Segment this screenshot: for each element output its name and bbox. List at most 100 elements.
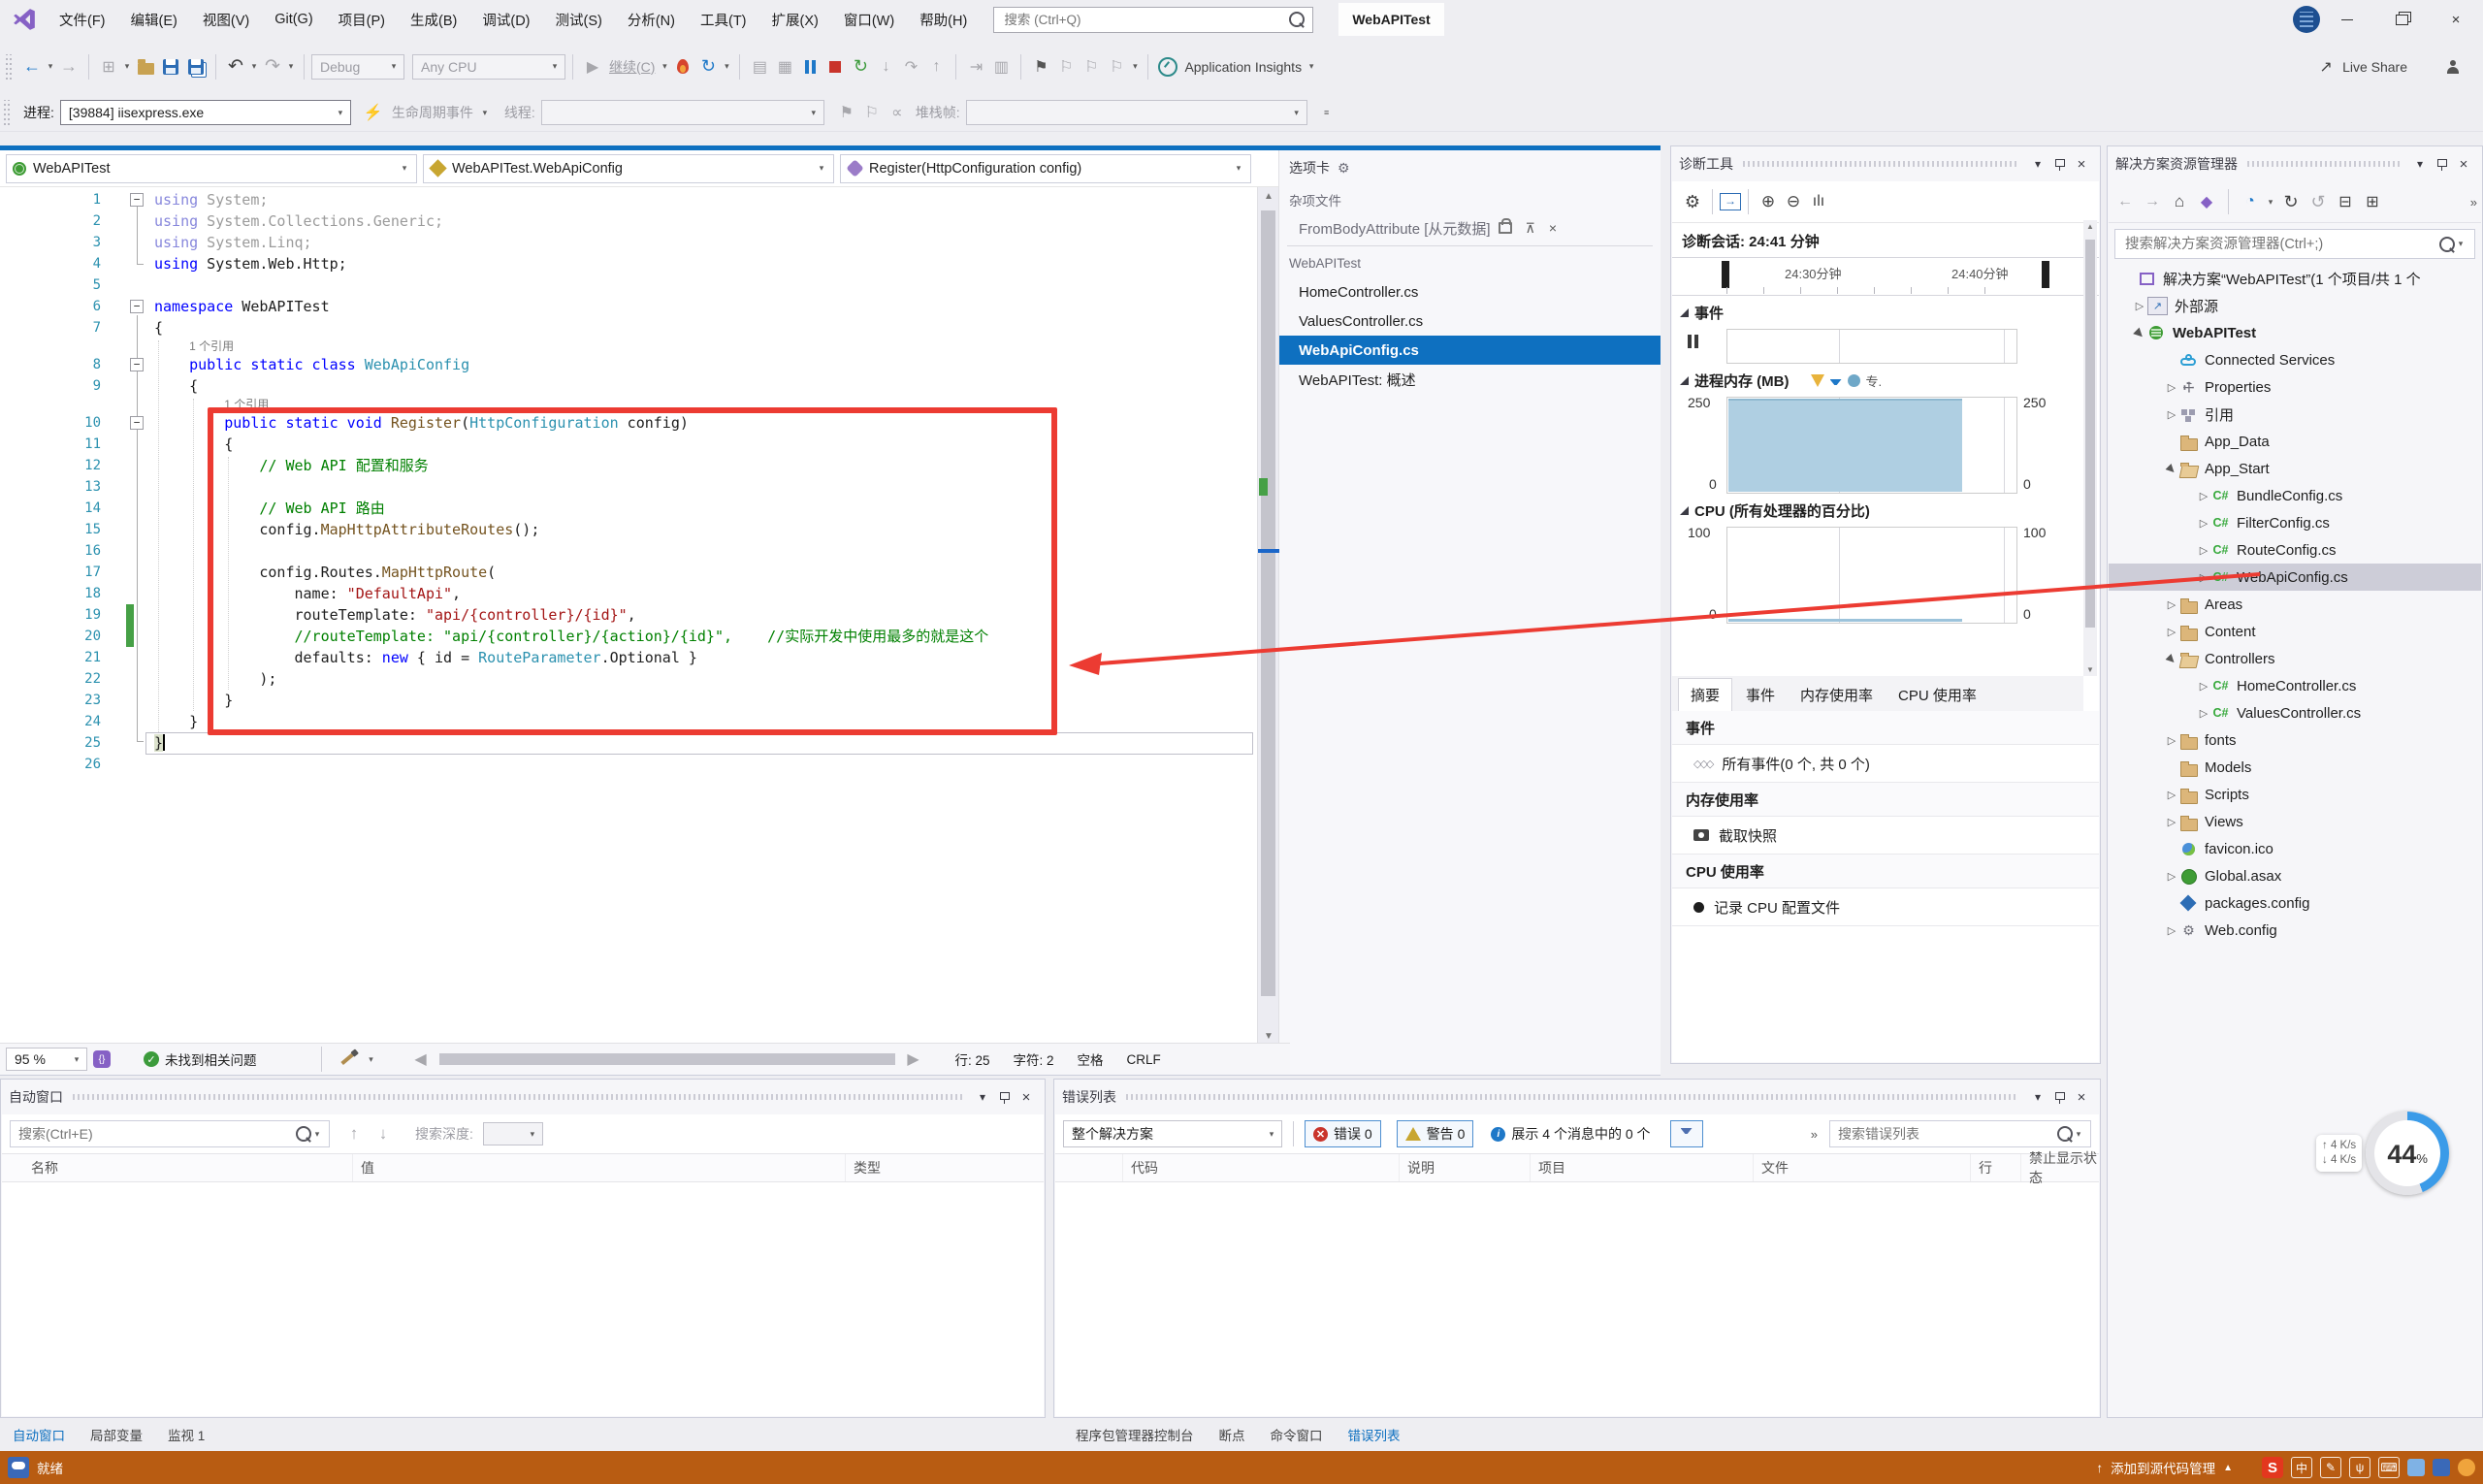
chevron-down-icon[interactable]: ▾: [285, 61, 297, 72]
window-tab[interactable]: 自动窗口: [0, 1425, 78, 1444]
tree-item[interactable]: ▷⚙Web.config: [2109, 917, 2481, 944]
solution-platform-dropdown[interactable]: Any CPU▾: [412, 54, 565, 80]
tree-item[interactable]: ▷fonts: [2109, 726, 2481, 754]
window-menu-icon[interactable]: ▾: [2409, 157, 2431, 171]
scroll-right-icon[interactable]: ▶: [901, 1047, 926, 1072]
code-line[interactable]: 1−using System;: [0, 189, 1257, 210]
tree-item[interactable]: ▶WebAPITest: [2109, 319, 2481, 346]
code-line[interactable]: 4using System.Web.Http;: [0, 253, 1257, 274]
menu-item-11[interactable]: 窗口(W): [831, 0, 907, 39]
diagnostics-tab[interactable]: 摘要: [1678, 678, 1732, 711]
code-line[interactable]: 25}: [0, 732, 1257, 754]
session-timeline-ruler[interactable]: 24:30分钟 24:40分钟: [1672, 257, 2099, 296]
application-insights-icon[interactable]: [1155, 54, 1180, 80]
filter-icon[interactable]: [1830, 379, 1842, 385]
step-over-icon[interactable]: ↷: [898, 54, 923, 80]
show-next-statement-icon[interactable]: ⇥: [963, 54, 988, 80]
sync-with-active-document-icon[interactable]: ↺: [2306, 189, 2331, 214]
tree-item[interactable]: ▶Controllers: [2109, 645, 2481, 672]
pin-icon[interactable]: [2437, 158, 2446, 171]
export-session-icon[interactable]: →: [1720, 193, 1741, 210]
events-track[interactable]: [1726, 329, 2017, 364]
code-line[interactable]: 16: [0, 540, 1257, 562]
column-header[interactable]: 行: [1971, 1154, 2021, 1181]
fold-collapse-icon[interactable]: −: [130, 416, 144, 430]
error-search-input[interactable]: [1836, 1125, 2057, 1143]
save-all-icon[interactable]: [183, 54, 209, 80]
diagnostics-tab[interactable]: CPU 使用率: [1886, 679, 1988, 711]
scrollbar-thumb[interactable]: [2085, 240, 2095, 628]
intellicode-icon[interactable]: {}: [93, 1050, 111, 1068]
column-header[interactable]: 值: [353, 1154, 846, 1181]
step-out-icon[interactable]: ↑: [923, 54, 949, 80]
break-all-icon[interactable]: [797, 54, 822, 80]
tree-item[interactable]: ▷C#ValuesController.cs: [2109, 699, 2481, 726]
editor-vertical-scrollbar[interactable]: ▲ ▼: [1257, 187, 1278, 1046]
live-share-label[interactable]: Live Share: [2342, 59, 2407, 75]
menu-item-8[interactable]: 分析(N): [615, 0, 688, 39]
code-line[interactable]: 23}: [0, 690, 1257, 711]
previous-bookmark-icon[interactable]: ⚐: [1053, 54, 1079, 80]
expand-arrow-icon[interactable]: ▷: [2164, 789, 2179, 801]
chevron-down-icon[interactable]: ▾: [721, 61, 732, 72]
ime-language-indicator[interactable]: 中: [2291, 1457, 2312, 1478]
search-depth-dropdown[interactable]: ▾: [483, 1122, 543, 1145]
restart-application-icon[interactable]: ↻: [695, 54, 721, 80]
continue-button[interactable]: 继续(C): [609, 57, 655, 77]
chevron-down-icon[interactable]: ▾: [45, 61, 56, 72]
menu-item-6[interactable]: 调试(D): [469, 0, 542, 39]
code-line[interactable]: 26: [0, 754, 1257, 775]
solution-search-box[interactable]: ▾: [2114, 229, 2475, 259]
refresh-icon[interactable]: ↻: [2278, 189, 2304, 214]
window-tab[interactable]: 错误列表: [1336, 1425, 1413, 1444]
document-tab[interactable]: ValuesController.cs: [1279, 306, 1661, 336]
menu-item-2[interactable]: 视图(V): [190, 0, 262, 39]
home-icon[interactable]: ⌂: [2167, 189, 2192, 214]
feedback-icon[interactable]: [2440, 54, 2466, 80]
column-header[interactable]: 名称: [2, 1154, 353, 1181]
floating-monitor-widget[interactable]: ↑ 4 K/s ↓ 4 K/s 44%: [2316, 1112, 2449, 1195]
collapse-section-icon[interactable]: [1680, 506, 1689, 515]
collapse-all-icon[interactable]: ⊟: [2333, 189, 2358, 214]
menu-item-10[interactable]: 扩展(X): [759, 0, 831, 39]
chevron-down-icon[interactable]: ▾: [311, 1129, 323, 1140]
toolbar-overflow-icon[interactable]: ≡: [1321, 108, 1333, 117]
toolbar-overflow-icon[interactable]: »: [1811, 1127, 1818, 1142]
diagnostics-tab[interactable]: 内存使用率: [1789, 679, 1885, 711]
collapse-section-icon[interactable]: [1680, 376, 1689, 385]
scroll-down-icon[interactable]: ▼: [1258, 1031, 1279, 1042]
close-icon[interactable]: ×: [2453, 156, 2474, 173]
code-line[interactable]: 12// Web API 配置和服务: [0, 455, 1257, 476]
chevron-down-icon[interactable]: ▾: [1129, 61, 1141, 72]
scroll-up-icon[interactable]: ▲: [1258, 191, 1279, 202]
code-line[interactable]: 17config.Routes.MapHttpRoute(: [0, 562, 1257, 583]
whitespace-indicator[interactable]: 空格: [1078, 1049, 1104, 1069]
pin-icon[interactable]: [1000, 1091, 1009, 1104]
window-tab[interactable]: 断点: [1207, 1425, 1258, 1444]
ime-toolbox-icon[interactable]: [2407, 1459, 2425, 1476]
bookmark-icon[interactable]: ⚑: [1028, 54, 1053, 80]
code-line[interactable]: 18name: "DefaultApi",: [0, 583, 1257, 604]
code-line[interactable]: 13: [0, 476, 1257, 498]
column-header-icon[interactable]: [1055, 1154, 1123, 1181]
pin-icon[interactable]: [2055, 1091, 2064, 1104]
close-icon[interactable]: ×: [1549, 220, 1557, 236]
settings-gear-icon[interactable]: ⚙: [1680, 189, 1705, 214]
code-editor[interactable]: 1−using System;2using System.Collections…: [0, 187, 1257, 1046]
code-line[interactable]: 20//routeTemplate: "api/{controller}/{ac…: [0, 626, 1257, 647]
tree-item[interactable]: ▷C#WebApiConfig.cs: [2109, 564, 2481, 591]
diagnostics-scrollbar[interactable]: ▲ ▼: [2083, 220, 2097, 676]
window-tab[interactable]: 监视 1: [155, 1425, 217, 1444]
solution-search-input[interactable]: [2123, 236, 2439, 253]
code-line[interactable]: 5: [0, 274, 1257, 296]
summary-action-link[interactable]: ◇◇◇所有事件(0 个, 共 0 个): [1672, 745, 2099, 783]
code-line[interactable]: 15config.MapHttpAttributeRoutes();: [0, 519, 1257, 540]
chevron-down-icon[interactable]: ▾: [659, 61, 670, 72]
caret-up-icon[interactable]: ▲: [2223, 1463, 2233, 1473]
code-line[interactable]: 9{: [0, 375, 1257, 397]
notification-icon[interactable]: [2458, 1459, 2475, 1476]
gear-icon[interactable]: ⚙: [1338, 160, 1350, 177]
expand-arrow-icon[interactable]: ▷: [2196, 544, 2211, 557]
code-line[interactable]: 22);: [0, 668, 1257, 690]
close-button[interactable]: ×: [2429, 0, 2483, 39]
